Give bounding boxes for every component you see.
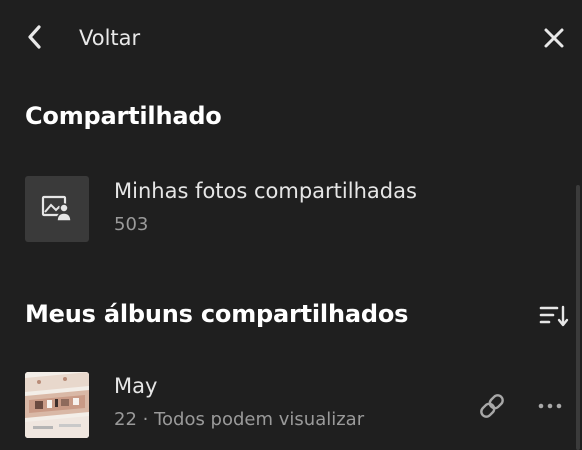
back-label[interactable]: Voltar [79, 24, 140, 52]
album-item[interactable]: May 22 · Todos podem visualizar [0, 362, 570, 450]
chevron-left-icon [28, 25, 41, 49]
album-thumbnail [25, 372, 89, 438]
image-person-icon [41, 195, 72, 222]
shared-photos-item[interactable]: Minhas fotos compartilhadas 503 [0, 165, 570, 255]
album-link-button[interactable] [474, 388, 510, 424]
more-horizontal-icon [538, 403, 562, 409]
shared-section-title: Compartilhado [25, 102, 222, 130]
shared-photos-count: 503 [114, 214, 149, 235]
album-more-button[interactable] [532, 388, 568, 424]
sort-icon [539, 305, 569, 327]
link-icon [480, 394, 504, 418]
album-name: May [114, 374, 158, 398]
close-button[interactable] [536, 20, 572, 56]
close-icon [544, 28, 564, 48]
top-bar: Voltar [0, 0, 582, 76]
albums-section-title: Meus álbuns compartilhados [25, 300, 409, 328]
album-meta: 22 · Todos podem visualizar [114, 409, 365, 430]
sort-button[interactable] [536, 300, 572, 332]
back-button[interactable] [18, 20, 52, 54]
shared-photos-name: Minhas fotos compartilhadas [114, 179, 417, 203]
album-cover-image [25, 372, 89, 438]
scrollbar[interactable] [576, 185, 580, 450]
shared-photos-thumbnail [25, 176, 89, 242]
